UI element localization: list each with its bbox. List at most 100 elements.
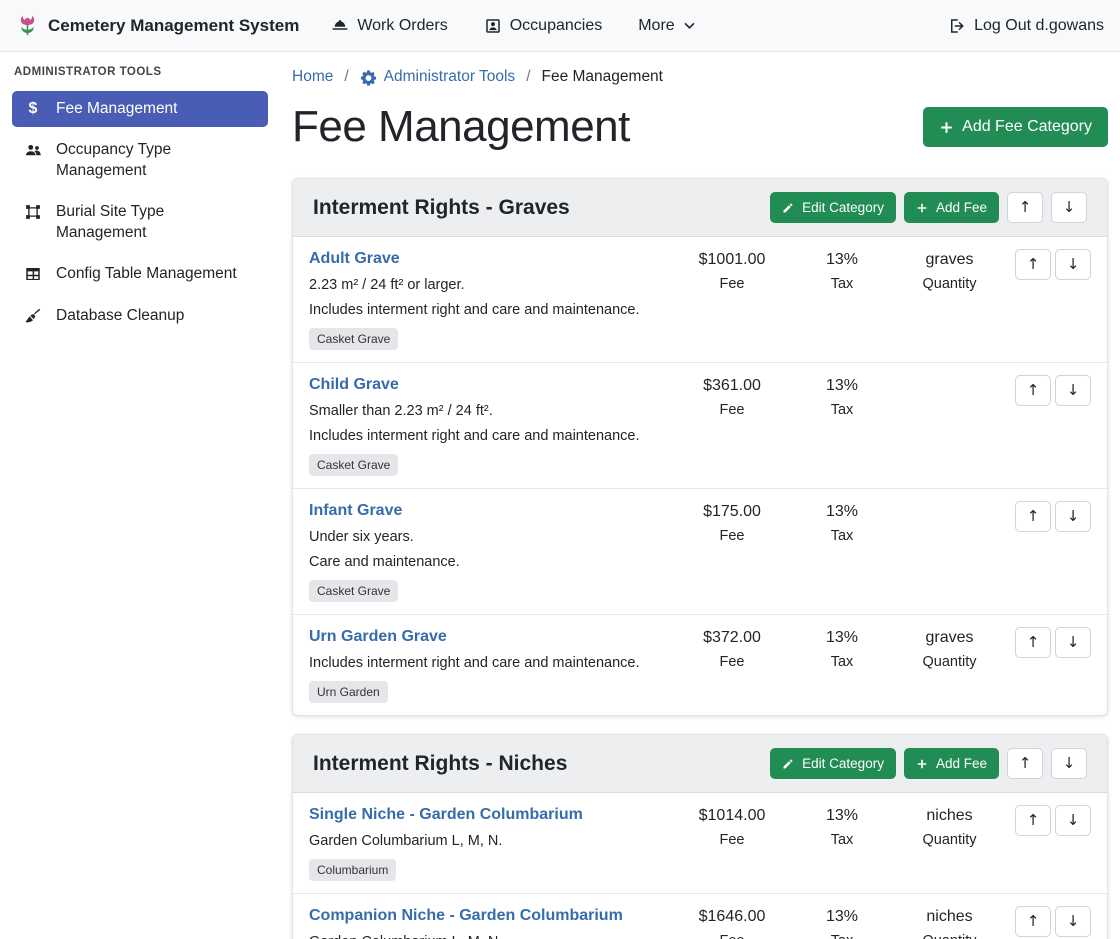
page-header: Fee Management Add Fee Category <box>292 102 1108 152</box>
fee-name-link[interactable]: Adult Grave <box>309 249 400 269</box>
fee-description: Garden Columbarium L, M, N. <box>309 832 664 850</box>
category-header: Interment Rights - Graves Edit Category … <box>293 179 1107 237</box>
hard-hat-icon <box>331 17 349 35</box>
fee-tax-label: Tax <box>792 276 892 292</box>
arrow-up-icon: ↑ <box>1027 257 1040 272</box>
fee-tax-label: Tax <box>792 402 892 418</box>
fee-quantity-empty <box>892 501 1007 602</box>
page-title: Fee Management <box>292 102 630 152</box>
move-fee-down-button[interactable]: ↓ <box>1055 501 1091 532</box>
breadcrumb-admin-tools[interactable]: Administrator Tools <box>360 68 516 86</box>
move-fee-up-button[interactable]: ↑ <box>1015 375 1051 406</box>
sidebar-item-config-table[interactable]: Config Table Management <box>12 256 268 292</box>
chevron-down-icon <box>683 18 696 33</box>
fee-amount: $175.00 <box>672 502 792 522</box>
move-fee-down-button[interactable]: ↓ <box>1055 375 1091 406</box>
add-fee-label: Add Fee <box>936 200 987 215</box>
add-fee-button[interactable]: Add Fee <box>904 748 999 779</box>
fee-amount-label: Fee <box>672 276 792 292</box>
move-fee-up-button[interactable]: ↑ <box>1015 906 1051 937</box>
sidebar-item-database-cleanup[interactable]: Database Cleanup <box>12 298 268 334</box>
fee-row: Single Niche - Garden Columbarium Garden… <box>293 793 1107 893</box>
fee-row: Infant Grave Under six years. Care and m… <box>293 488 1107 614</box>
move-category-down-button[interactable]: ↓ <box>1051 748 1087 779</box>
pencil-icon <box>782 202 794 214</box>
fee-tax: 13% <box>792 806 892 826</box>
occupancy-badge-icon <box>484 17 502 35</box>
logout-icon <box>948 17 966 35</box>
move-fee-up-button[interactable]: ↑ <box>1015 249 1051 280</box>
breadcrumb-current: Fee Management <box>542 68 664 86</box>
fee-name-link[interactable]: Urn Garden Grave <box>309 627 447 647</box>
edit-category-button[interactable]: Edit Category <box>770 192 896 223</box>
category-title: Interment Rights - Niches <box>313 752 567 776</box>
main-content: Home / Administrator Tools / Fee Managem… <box>280 52 1120 939</box>
fee-tax: 13% <box>792 376 892 396</box>
nav-work-orders[interactable]: Work Orders <box>331 17 447 35</box>
fee-name-link[interactable]: Single Niche - Garden Columbarium <box>309 805 583 825</box>
move-fee-up-button[interactable]: ↑ <box>1015 805 1051 836</box>
table-icon <box>22 265 44 283</box>
move-fee-up-button[interactable]: ↑ <box>1015 627 1051 658</box>
category-actions: Edit Category Add Fee ↑ ↓ <box>770 748 1087 779</box>
move-category-down-button[interactable]: ↓ <box>1051 192 1087 223</box>
nav-label: Work Orders <box>357 17 447 35</box>
nav-more[interactable]: More <box>638 17 695 35</box>
move-fee-down-button[interactable]: ↓ <box>1055 805 1091 836</box>
edit-category-button[interactable]: Edit Category <box>770 748 896 779</box>
fee-amount-label: Fee <box>672 654 792 670</box>
sidebar-item-fee-management[interactable]: $ Fee Management <box>12 91 268 127</box>
sidebar-item-burial-site-type[interactable]: Burial Site Type Management <box>12 194 268 251</box>
move-fee-down-button[interactable]: ↓ <box>1055 249 1091 280</box>
fee-amount-label: Fee <box>672 402 792 418</box>
dollar-icon: $ <box>22 100 44 118</box>
fee-name-link[interactable]: Companion Niche - Garden Columbarium <box>309 906 623 926</box>
main-nav: Work Orders Occupancies More <box>331 17 695 35</box>
sidebar-item-occupancy-type[interactable]: Occupancy Type Management <box>12 132 268 189</box>
move-category-up-button[interactable]: ↑ <box>1007 748 1043 779</box>
logout-link[interactable]: Log Out d.gowans <box>948 17 1104 35</box>
fee-name-link[interactable]: Infant Grave <box>309 501 402 521</box>
fee-quantity-label: Quantity <box>892 832 1007 848</box>
fee-description: 2.23 m² / 24 ft² or larger. <box>309 276 664 294</box>
sidebar-item-label: Occupancy Type Management <box>56 140 258 181</box>
fee-name-link[interactable]: Child Grave <box>309 375 399 395</box>
plus-icon <box>939 120 954 135</box>
sidebar-item-label: Database Cleanup <box>56 306 184 326</box>
arrow-down-icon: ↓ <box>1063 200 1076 215</box>
app-title: Cemetery Management System <box>48 16 299 36</box>
move-fee-down-button[interactable]: ↓ <box>1055 627 1091 658</box>
add-fee-button[interactable]: Add Fee <box>904 192 999 223</box>
fee-type-badge: Columbarium <box>309 859 396 881</box>
arrow-up-icon: ↑ <box>1019 756 1032 771</box>
fee-amount: $372.00 <box>672 628 792 648</box>
app-brand[interactable]: Cemetery Management System <box>16 14 299 37</box>
sidebar-nav: $ Fee Management Occupancy Type Manageme… <box>0 91 280 334</box>
vector-square-icon <box>22 203 44 221</box>
nav-occupancies[interactable]: Occupancies <box>484 17 603 35</box>
move-category-up-button[interactable]: ↑ <box>1007 192 1043 223</box>
edit-category-label: Edit Category <box>802 200 884 215</box>
move-fee-up-button[interactable]: ↑ <box>1015 501 1051 532</box>
move-fee-down-button[interactable]: ↓ <box>1055 906 1091 937</box>
fee-description: Under six years. <box>309 528 664 546</box>
fee-amount: $361.00 <box>672 376 792 396</box>
fee-tax-label: Tax <box>792 933 892 939</box>
fee-tax: 13% <box>792 628 892 648</box>
fee-quantity-label: Quantity <box>892 933 1007 939</box>
fee-quantity-label: Quantity <box>892 654 1007 670</box>
fee-amount-label: Fee <box>672 933 792 939</box>
fee-amount-label: Fee <box>672 528 792 544</box>
arrow-down-icon: ↓ <box>1067 914 1080 929</box>
gear-icon <box>360 69 377 86</box>
arrow-up-icon: ↑ <box>1027 813 1040 828</box>
broom-icon <box>22 307 44 325</box>
top-navbar: Cemetery Management System Work Orders O… <box>0 0 1120 52</box>
arrow-up-icon: ↑ <box>1027 509 1040 524</box>
sidebar: ADMINISTRATOR TOOLS $ Fee Management Occ… <box>0 52 280 939</box>
breadcrumb-home[interactable]: Home <box>292 68 333 86</box>
add-fee-category-button[interactable]: Add Fee Category <box>923 107 1108 147</box>
arrow-down-icon: ↓ <box>1067 383 1080 398</box>
arrow-up-icon: ↑ <box>1027 635 1040 650</box>
breadcrumb-admin-label: Administrator Tools <box>384 68 516 86</box>
